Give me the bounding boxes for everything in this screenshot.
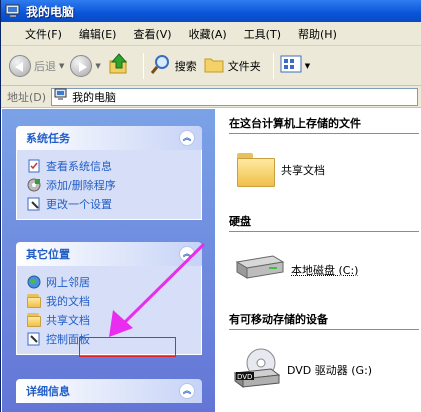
- add-remove-programs-icon: [27, 178, 41, 192]
- forward-button[interactable]: ▼: [70, 50, 101, 82]
- removable-section-title: 有可移动存储的设备: [229, 311, 419, 330]
- system-info-icon: [27, 159, 41, 173]
- local-disk-c-item[interactable]: 本地磁盘 (C:): [233, 254, 358, 285]
- removable-section-header: 有可移动存储的设备: [229, 311, 419, 330]
- details-group: 详细信息 ︽: [16, 379, 202, 403]
- forward-arrow-icon: [70, 54, 93, 77]
- system-tasks-group: 系统任务 ︽ 查看系统信息 添加/删除程序 更改一个设置: [16, 126, 202, 220]
- folders-icon: [203, 54, 225, 77]
- place-my-documents[interactable]: 我的文档: [27, 291, 201, 310]
- files-section-header: 在这台计算机上存储的文件: [229, 115, 419, 134]
- collapse-chevron-icon[interactable]: ︽: [179, 246, 195, 262]
- explorer-window: 我的电脑 文件(F) 编辑(E) 查看(V) 收藏(A) 工具(T) 帮助(H)…: [0, 0, 421, 412]
- menu-help[interactable]: 帮助(H): [298, 26, 337, 42]
- toolbar-separator-2: [272, 52, 274, 79]
- folders-label: 文件夹: [227, 59, 261, 73]
- back-button[interactable]: 后退 ▼: [9, 50, 64, 82]
- toolbar: 后退 ▼ ▼ 搜索 文件夹 ▼: [1, 46, 421, 86]
- back-arrow-icon: [9, 54, 31, 77]
- system-tasks-header[interactable]: 系统任务 ︽: [16, 126, 202, 150]
- place-network[interactable]: 网上邻居: [27, 272, 201, 291]
- place-shared-documents-label: 共享文档: [46, 313, 90, 327]
- address-bar: 地址(D) 我的电脑: [1, 86, 421, 108]
- up-button[interactable]: [107, 50, 131, 82]
- search-button[interactable]: 搜索: [150, 50, 197, 82]
- other-places-title: 其它位置: [26, 248, 70, 261]
- menu-tools[interactable]: 工具(T): [244, 26, 281, 42]
- collapse-chevron-icon[interactable]: ︽: [179, 383, 195, 399]
- back-label: 后退: [34, 59, 56, 73]
- menu-edit[interactable]: 编辑(E): [79, 26, 117, 42]
- back-dropdown-icon[interactable]: ▼: [59, 62, 64, 70]
- change-setting-icon: [27, 197, 41, 211]
- shared-documents-large-folder-icon: [237, 153, 275, 187]
- menu-file[interactable]: 文件(F): [25, 26, 62, 42]
- system-tasks-title: 系统任务: [26, 132, 70, 145]
- system-tasks-body: 查看系统信息 添加/删除程序 更改一个设置: [16, 150, 202, 220]
- views-button[interactable]: ▼: [280, 50, 310, 82]
- disk-section-title: 硬盘: [229, 213, 419, 232]
- toolbar-separator: [142, 52, 144, 79]
- my-computer-icon: [5, 3, 21, 19]
- details-title: 详细信息: [26, 385, 70, 398]
- up-folder-icon: [107, 52, 131, 79]
- task-change-setting[interactable]: 更改一个设置: [27, 194, 201, 213]
- address-input[interactable]: 我的电脑: [51, 87, 418, 106]
- address-label: 地址(D): [7, 90, 47, 104]
- shared-documents-folder-icon: [27, 312, 41, 327]
- address-value: 我的电脑: [72, 90, 117, 104]
- place-shared-documents[interactable]: 共享文档: [27, 310, 201, 329]
- hard-disk-icon: [233, 254, 285, 285]
- control-panel-highlight-box: [79, 337, 176, 357]
- menu-favorites[interactable]: 收藏(A): [189, 26, 227, 42]
- shared-documents-item-label: 共享文档: [281, 164, 325, 177]
- local-disk-c-label: 本地磁盘 (C:): [291, 263, 359, 277]
- files-section-title: 在这台计算机上存储的文件: [229, 115, 419, 134]
- search-label: 搜索: [174, 59, 197, 73]
- task-view-system-info-label: 查看系统信息: [46, 159, 112, 173]
- address-computer-icon: [54, 88, 68, 105]
- place-my-documents-label: 我的文档: [46, 294, 90, 308]
- window-title: 我的电脑: [26, 4, 75, 19]
- collapse-chevron-icon[interactable]: ︽: [179, 130, 195, 146]
- content-pane: 在这台计算机上存储的文件 共享文档 硬盘 本地磁盘 (C:) 有可移动存储的设备…: [215, 109, 421, 412]
- dvd-drive-g-item[interactable]: DVD DVD 驱动器 (G:): [233, 347, 372, 392]
- task-pane: 系统任务 ︽ 查看系统信息 添加/删除程序 更改一个设置 其它位置 ︽ 网上邻居…: [2, 109, 215, 412]
- dvd-drive-g-label: DVD 驱动器 (G:): [287, 363, 373, 377]
- svg-text:DVD: DVD: [237, 373, 252, 381]
- dvd-drive-icon: DVD: [233, 347, 281, 392]
- place-network-label: 网上邻居: [46, 275, 90, 289]
- other-places-header[interactable]: 其它位置 ︽: [16, 242, 202, 266]
- control-panel-icon: [27, 332, 41, 346]
- task-add-remove-programs[interactable]: 添加/删除程序: [27, 175, 201, 194]
- views-icon: [280, 54, 302, 77]
- details-header[interactable]: 详细信息 ︽: [16, 379, 202, 403]
- title-bar: 我的电脑: [1, 0, 421, 22]
- shared-documents-item[interactable]: 共享文档: [237, 153, 325, 187]
- forward-dropdown-icon[interactable]: ▼: [95, 62, 100, 70]
- disk-section-header: 硬盘: [229, 213, 419, 232]
- network-globe-icon: [27, 275, 41, 289]
- search-icon: [150, 53, 172, 78]
- menu-bar: 文件(F) 编辑(E) 查看(V) 收藏(A) 工具(T) 帮助(H): [1, 22, 421, 46]
- menu-view[interactable]: 查看(V): [133, 26, 171, 42]
- folders-button[interactable]: 文件夹: [203, 50, 261, 82]
- task-view-system-info[interactable]: 查看系统信息: [27, 156, 201, 175]
- views-dropdown-icon[interactable]: ▼: [305, 62, 310, 70]
- task-change-setting-label: 更改一个设置: [46, 197, 112, 211]
- my-documents-icon: [27, 293, 41, 308]
- task-add-remove-programs-label: 添加/删除程序: [46, 178, 116, 192]
